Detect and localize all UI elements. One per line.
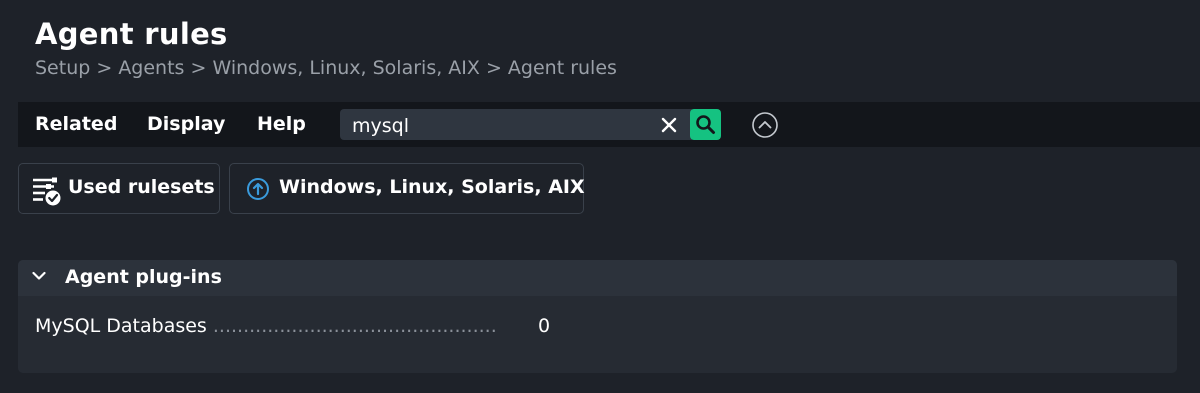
page-title: Agent rules [35, 17, 228, 51]
breadcrumb-separator: > [184, 57, 213, 79]
rule-count: 0 [538, 315, 551, 337]
collapse-header-icon[interactable] [751, 111, 779, 139]
search-button[interactable] [690, 109, 721, 140]
used-rulesets-label: Used rulesets [68, 176, 215, 198]
menu-help[interactable]: Help [257, 113, 306, 135]
menu-related[interactable]: Related [35, 113, 117, 135]
search-box [340, 109, 692, 140]
agent-plugins-section: Agent plug-ins MySQL Databases .........… [18, 260, 1177, 373]
menu-display[interactable]: Display [147, 113, 225, 135]
breadcrumb-item-agent-rules: Agent rules [507, 57, 617, 79]
breadcrumb-item-windows-linux[interactable]: Windows, Linux, Solaris, AIX [212, 57, 479, 79]
parent-folder-label: Windows, Linux, Solaris, AIX [279, 176, 585, 198]
menu-bar: Related Display Help [18, 102, 1200, 147]
search-icon [696, 115, 715, 134]
breadcrumb: Setup > Agents > Windows, Linux, Solaris… [35, 57, 617, 79]
breadcrumb-item-setup[interactable]: Setup [35, 57, 90, 79]
rule-row: MySQL Databases ........................… [35, 315, 550, 337]
breadcrumb-separator: > [90, 57, 119, 79]
rule-link-mysql-databases[interactable]: MySQL Databases [35, 315, 207, 337]
section-header[interactable]: Agent plug-ins [18, 260, 1177, 296]
breadcrumb-separator: > [479, 57, 508, 79]
clear-search-icon[interactable] [658, 114, 680, 136]
chevron-down-icon [32, 271, 46, 280]
arrow-up-circle-icon [247, 178, 269, 200]
search-input[interactable] [350, 113, 654, 138]
breadcrumb-item-agents[interactable]: Agents [118, 57, 184, 79]
rule-dots: ........................................… [212, 315, 497, 337]
section-title: Agent plug-ins [65, 266, 222, 288]
parent-folder-button[interactable]: Windows, Linux, Solaris, AIX [229, 163, 585, 214]
used-rulesets-icon [33, 177, 61, 206]
used-rulesets-button[interactable]: Used rulesets [18, 163, 220, 214]
